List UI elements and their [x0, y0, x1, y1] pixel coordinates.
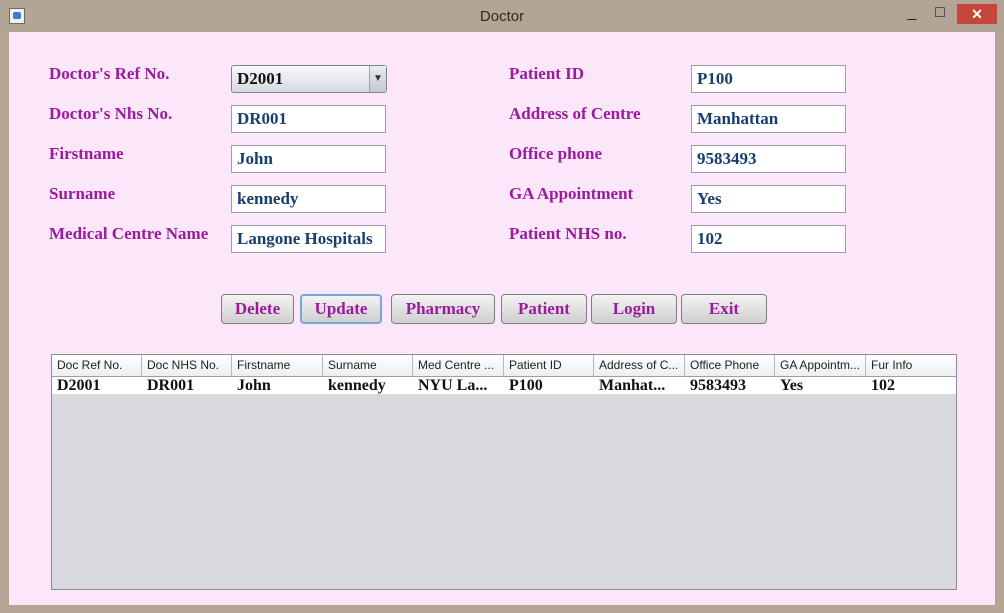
- minimize-button[interactable]: _: [900, 4, 924, 24]
- table-cell: Manhat...: [599, 377, 666, 394]
- ga-appointment-field[interactable]: Yes: [691, 185, 846, 213]
- address-centre-label: Address of Centre: [509, 104, 641, 123]
- table-row[interactable]: D2001 DR001 John kennedy NYU La... P100 …: [52, 377, 956, 394]
- address-centre-field[interactable]: Manhattan: [691, 105, 846, 133]
- doctor-nhs-label: Doctor's Nhs No.: [49, 104, 173, 123]
- table-cell: 9583493: [690, 377, 746, 394]
- table-cell: Yes: [780, 377, 804, 394]
- column-header-doc-ref[interactable]: Doc Ref No.: [52, 355, 142, 376]
- table-cell: DR001: [147, 377, 195, 394]
- doctor-window: Doctor _ □ ✕ Doctor's Ref No. D2001 ▼ Do…: [0, 0, 1004, 613]
- table-cell: P100: [509, 377, 543, 394]
- column-header-med-centre[interactable]: Med Centre ...: [413, 355, 504, 376]
- maximize-button[interactable]: □: [928, 4, 952, 24]
- table-header: Doc Ref No. Doc NHS No. Firstname Surnam…: [52, 355, 956, 377]
- table-cell: kennedy: [328, 377, 386, 394]
- doctor-ref-label: Doctor's Ref No.: [49, 64, 170, 83]
- surname-label: Surname: [49, 184, 116, 203]
- doctor-nhs-field[interactable]: DR001: [231, 105, 386, 133]
- patient-nhs-field[interactable]: 102: [691, 225, 846, 253]
- column-header-doc-nhs[interactable]: Doc NHS No.: [142, 355, 232, 376]
- column-header-ga-appointment[interactable]: GA Appointm...: [775, 355, 866, 376]
- delete-button[interactable]: Delete: [221, 294, 294, 324]
- window-title: Doctor: [479, 8, 525, 25]
- patient-nhs-label: Patient NHS no.: [509, 224, 627, 243]
- update-button[interactable]: Update: [300, 294, 382, 324]
- patient-button[interactable]: Patient: [501, 294, 587, 324]
- table-cell: John: [237, 377, 271, 394]
- office-phone-label: Office phone: [509, 144, 603, 163]
- doctor-ref-combobox[interactable]: D2001 ▼: [231, 65, 387, 93]
- column-header-firstname[interactable]: Firstname: [232, 355, 323, 376]
- table-cell: D2001: [57, 377, 101, 394]
- column-header-address[interactable]: Address of C...: [594, 355, 685, 376]
- pharmacy-button[interactable]: Pharmacy: [391, 294, 495, 324]
- exit-button[interactable]: Exit: [681, 294, 767, 324]
- office-phone-field[interactable]: 9583493: [691, 145, 846, 173]
- login-button[interactable]: Login: [591, 294, 677, 324]
- patient-id-label: Patient ID: [509, 64, 585, 83]
- column-header-surname[interactable]: Surname: [323, 355, 413, 376]
- medical-centre-label: Medical Centre Name: [49, 224, 209, 243]
- column-header-patient-id[interactable]: Patient ID: [504, 355, 594, 376]
- column-header-fur-info[interactable]: Fur Info: [866, 355, 956, 376]
- ga-appointment-label: GA Appointment: [509, 184, 634, 203]
- chevron-down-icon[interactable]: ▼: [369, 66, 386, 92]
- doctor-records-table[interactable]: Doc Ref No. Doc NHS No. Firstname Surnam…: [51, 354, 957, 590]
- table-cell: 102: [871, 377, 895, 394]
- medical-centre-field[interactable]: Langone Hospitals: [231, 225, 386, 253]
- form-panel: Doctor's Ref No. D2001 ▼ Doctor's Nhs No…: [9, 32, 995, 605]
- firstname-field[interactable]: John: [231, 145, 386, 173]
- title-bar[interactable]: Doctor _ □ ✕: [0, 0, 1004, 32]
- doctor-ref-selected: D2001: [237, 69, 284, 88]
- table-cell: NYU La...: [418, 377, 488, 394]
- firstname-label: Firstname: [49, 144, 124, 163]
- patient-id-field[interactable]: P100: [691, 65, 846, 93]
- column-header-office-phone[interactable]: Office Phone: [685, 355, 775, 376]
- surname-field[interactable]: kennedy: [231, 185, 386, 213]
- close-button[interactable]: ✕: [957, 4, 997, 24]
